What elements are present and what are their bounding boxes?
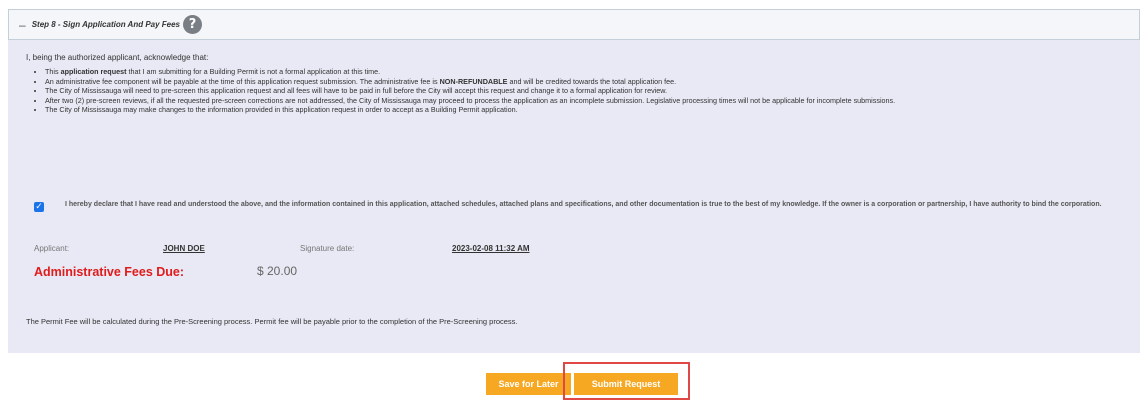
step-title: Step 8 - Sign Application And Pay Fees: [31, 20, 181, 29]
save-for-later-button[interactable]: Save for Later: [486, 373, 571, 395]
list-item: An administrative fee component will be …: [45, 77, 1135, 87]
list-item: This application request that I am submi…: [45, 67, 1135, 77]
declaration-checkbox[interactable]: ✓: [34, 202, 44, 212]
signature-date-value: 2023-02-08 11:32 AM: [452, 244, 530, 253]
signature-date-label: Signature date:: [300, 244, 355, 253]
step-header[interactable]: – Step 8 - Sign Application And Pay Fees…: [8, 9, 1140, 40]
applicant-label: Applicant:: [34, 244, 70, 253]
help-icon[interactable]: ?: [183, 15, 203, 34]
permit-fee-note: The Permit Fee will be calculated during…: [26, 317, 518, 326]
acknowledgement-list: This application request that I am submi…: [35, 67, 1135, 115]
submit-highlight-box: [563, 362, 690, 400]
applicant-name: JOHN DOE: [163, 244, 205, 253]
administrative-fees-value: $ 20.00: [257, 264, 298, 278]
list-item: The City of Mississauga may make changes…: [45, 105, 1135, 115]
list-item: The City of Mississauga will need to pre…: [45, 86, 1135, 96]
collapse-icon[interactable]: –: [19, 19, 26, 31]
administrative-fees-label: Administrative Fees Due:: [34, 265, 185, 279]
declaration-text: I hereby declare that I have read and un…: [65, 201, 1102, 208]
list-item: After two (2) pre-screen reviews, if all…: [45, 96, 1135, 106]
acknowledgement-intro: I, being the authorized applicant, ackno…: [26, 53, 209, 62]
